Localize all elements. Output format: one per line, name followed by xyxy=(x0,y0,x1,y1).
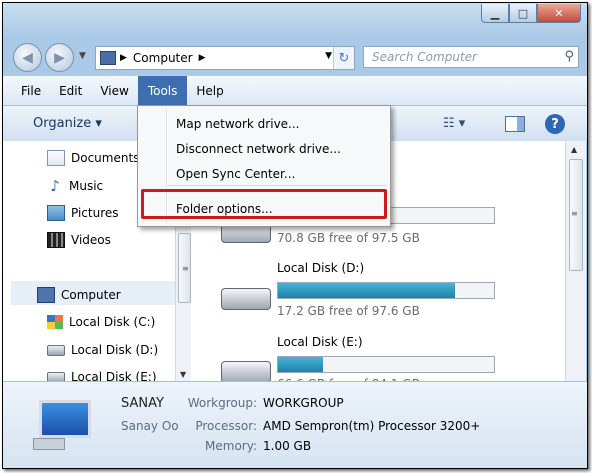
scrollbar-thumb[interactable]: ≡ xyxy=(178,233,191,303)
sidebar-item-drive-d[interactable]: Local Disk (D:) xyxy=(47,343,158,357)
usage-fill xyxy=(278,357,324,372)
details-pane: SANAY Sanay Oo Workgroup: WORKGROUP Proc… xyxy=(3,381,587,468)
recent-pages-dropdown-icon[interactable]: ▼ xyxy=(79,51,86,61)
sidebar-item-label: Local Disk (C:) xyxy=(69,315,156,329)
sidebar-item-label: Computer xyxy=(61,288,121,302)
drive-e-name[interactable]: Local Disk (E:) xyxy=(277,335,363,349)
music-note-icon: ♪ xyxy=(50,177,60,195)
workgroup-value: WORKGROUP xyxy=(263,396,344,410)
search-placeholder: Search Computer xyxy=(372,50,477,64)
sidebar-item-pictures[interactable]: Pictures xyxy=(47,205,119,221)
minimize-button[interactable]: ▁ xyxy=(481,4,509,23)
title-bar: ▁ □ ✕ xyxy=(3,3,587,39)
menu-view[interactable]: View xyxy=(91,76,137,106)
forward-button[interactable]: ▶ xyxy=(45,43,74,72)
sidebar-item-label: Pictures xyxy=(71,206,119,220)
help-icon[interactable]: ? xyxy=(545,114,565,134)
memory-label: Memory: xyxy=(205,439,257,453)
content-scrollbar[interactable]: ▲ ≡ xyxy=(565,141,586,381)
usage-fill xyxy=(278,283,456,298)
menu-tools[interactable]: Tools xyxy=(137,76,188,106)
memory-value: 1.00 GB xyxy=(263,439,312,453)
processor-value: AMD Sempron(tm) Processor 3200+ xyxy=(263,419,481,433)
drive-d-free-space: 17.2 GB free of 97.6 GB xyxy=(277,304,420,318)
grip-icon: ≡ xyxy=(182,264,189,273)
sidebar-item-label: Documents xyxy=(71,151,140,165)
chevron-right-icon[interactable]: ▶ xyxy=(120,53,127,63)
organize-button[interactable]: Organize ▾ xyxy=(33,116,102,131)
hard-drive-icon xyxy=(47,344,65,356)
computer-name: SANAY xyxy=(121,396,164,411)
menu-file[interactable]: File xyxy=(3,76,50,106)
workgroup-label: Workgroup: xyxy=(187,396,257,410)
sidebar-item-music[interactable]: ♪ Music xyxy=(47,177,103,195)
hard-drive-icon[interactable] xyxy=(221,361,271,383)
computer-icon xyxy=(37,287,55,303)
menu-item-open-sync-center[interactable]: Open Sync Center... xyxy=(176,167,295,181)
menu-bar: File Edit View Tools Help xyxy=(3,75,587,106)
scroll-down-icon[interactable]: ▼ xyxy=(180,370,186,379)
drive-d-usage-bar xyxy=(277,282,495,299)
sidebar-item-videos[interactable]: Videos xyxy=(47,232,111,248)
drive-c-free-space: 70.8 GB free of 97.5 GB xyxy=(277,231,420,245)
sidebar-item-drive-c[interactable]: Local Disk (C:) xyxy=(47,315,155,329)
search-icon[interactable]: ⚲ xyxy=(564,49,574,64)
address-computer-crumb[interactable]: Computer xyxy=(133,51,193,65)
menu-item-disconnect-network-drive[interactable]: Disconnect network drive... xyxy=(176,142,341,156)
chevron-right-icon[interactable]: ▶ xyxy=(199,53,206,63)
address-dropdown-icon[interactable]: ▼ xyxy=(325,51,332,61)
navigation-row: ◀ ▶ ▼ ▶ Computer ▶ ▼ ↻ Search Computer ⚲ xyxy=(3,39,587,75)
processor-label: Processor: xyxy=(195,419,257,433)
drive-e-usage-bar xyxy=(277,356,495,373)
preview-pane-icon[interactable] xyxy=(505,116,525,132)
drive-d-name[interactable]: Local Disk (D:) xyxy=(277,261,364,275)
close-button[interactable]: ✕ xyxy=(537,4,581,23)
sidebar-item-label: Videos xyxy=(71,233,111,247)
scroll-up-icon[interactable]: ▲ xyxy=(571,145,577,154)
sidebar-item-documents[interactable]: Documents xyxy=(47,150,139,166)
explorer-window: ▁ □ ✕ ◀ ▶ ▼ ▶ Computer ▶ ▼ ↻ Search Comp… xyxy=(2,2,588,469)
user-name: Sanay Oo xyxy=(121,419,179,433)
refresh-icon[interactable]: ↻ xyxy=(333,47,354,69)
menu-edit[interactable]: Edit xyxy=(50,76,91,106)
sidebar-item-label: Music xyxy=(69,179,104,193)
hard-drive-icon[interactable] xyxy=(221,288,271,310)
windows-drive-icon xyxy=(47,315,63,329)
pictures-icon xyxy=(47,205,65,221)
change-view-icon[interactable]: ☷ ▾ xyxy=(443,116,465,131)
menu-item-map-network-drive[interactable]: Map network drive... xyxy=(176,117,300,131)
computer-icon xyxy=(33,400,93,450)
computer-icon xyxy=(100,51,116,65)
grip-icon: ≡ xyxy=(571,209,578,218)
menu-help[interactable]: Help xyxy=(187,76,232,106)
folder-options-highlight xyxy=(141,189,387,219)
address-bar[interactable]: ▶ Computer ▶ ▼ ↻ xyxy=(95,46,355,70)
sidebar-item-label: Local Disk (D:) xyxy=(71,343,159,357)
back-button[interactable]: ◀ xyxy=(13,43,42,72)
search-input[interactable]: Search Computer ⚲ xyxy=(363,46,579,68)
videos-icon xyxy=(47,232,65,248)
documents-icon xyxy=(47,150,65,166)
menu-separator xyxy=(168,185,386,186)
sidebar-item-computer[interactable]: Computer xyxy=(37,287,121,303)
maximize-button[interactable]: □ xyxy=(509,4,537,23)
